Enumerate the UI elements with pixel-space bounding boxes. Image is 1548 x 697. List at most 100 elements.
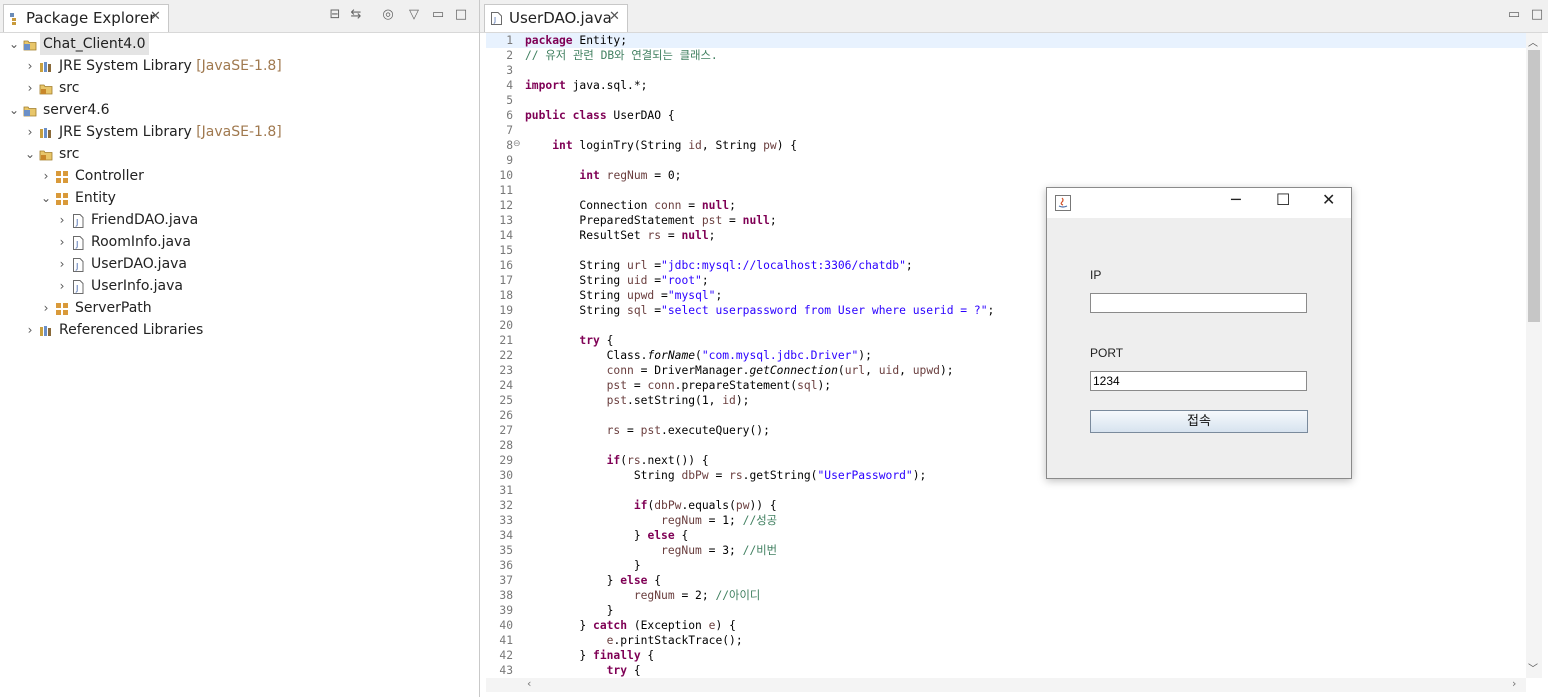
minimize-icon[interactable]: ▭ xyxy=(430,7,446,23)
tab-label: UserDAO.java xyxy=(509,9,612,27)
collapse-all-icon[interactable]: ⊟ xyxy=(327,7,343,23)
line-number: 34 xyxy=(499,529,513,542)
code-line: 35 regNum = 3; //비번 xyxy=(486,543,1526,558)
tree-item-decoration: [JavaSE-1.8] xyxy=(191,58,282,74)
chevron-right-icon[interactable]: › xyxy=(24,77,36,99)
chevron-down-icon[interactable]: ⌄ xyxy=(24,143,36,165)
minimize-icon[interactable]: ▭ xyxy=(1506,7,1522,23)
chevron-right-icon[interactable]: › xyxy=(56,231,68,253)
code-line: 6 public class UserDAO { xyxy=(486,108,1526,123)
tree-item[interactable]: › src xyxy=(0,77,470,99)
code-line: 43 try { xyxy=(486,663,1526,678)
minimize-icon[interactable]: ─ xyxy=(1231,190,1241,209)
line-number: 15 xyxy=(499,244,513,257)
code-text: conn = DriverManager.getConnection(url, … xyxy=(606,364,954,377)
code-text: } else { xyxy=(525,529,689,542)
code-line: 11 xyxy=(486,183,1526,198)
tree-item[interactable]: › J RoomInfo.java xyxy=(0,231,470,253)
code-line: 13 PreparedStatement pst = null; xyxy=(486,213,1526,228)
chevron-right-icon[interactable]: › xyxy=(56,253,68,275)
dialog-title-bar: ─ ☐ ✕ xyxy=(1047,188,1351,218)
svg-text:J: J xyxy=(75,240,78,249)
line-number: 27 xyxy=(499,424,513,437)
chevron-down-icon[interactable]: ⌄ xyxy=(8,33,20,55)
close-icon[interactable]: ✕ xyxy=(150,9,161,24)
library-icon xyxy=(39,323,53,337)
line-number: 8 xyxy=(506,139,513,152)
tree-item[interactable]: › J FriendDAO.java xyxy=(0,209,470,231)
scroll-right-icon[interactable]: › xyxy=(1512,677,1516,690)
chevron-down-icon[interactable]: ⌄ xyxy=(8,99,20,121)
line-number: 30 xyxy=(499,469,513,482)
chevron-right-icon[interactable]: › xyxy=(24,121,36,143)
chevron-right-icon[interactable]: › xyxy=(40,297,52,319)
code-editor[interactable]: 1 package Entity; 2 // 유저 관련 DB와 연결되는 클래스. 3… xyxy=(486,33,1526,678)
chevron-right-icon[interactable]: › xyxy=(56,275,68,297)
code-text: public class UserDAO { xyxy=(525,109,675,122)
tree-item[interactable]: › Referenced Libraries xyxy=(0,319,470,341)
library-icon xyxy=(39,59,53,73)
code-line: 19 String sql ="select userpassword from… xyxy=(486,303,1526,318)
tree-item[interactable]: › Controller xyxy=(0,165,470,187)
scroll-up-icon[interactable]: ︿ xyxy=(1528,34,1538,49)
tab-package-explorer[interactable]: Package Explorer ✕ xyxy=(3,4,169,32)
code-line: 28 xyxy=(486,438,1526,453)
tab-userdao-java[interactable]: J UserDAO.java ✕ xyxy=(484,4,628,32)
line-number: 37 xyxy=(499,574,513,587)
tree-item[interactable]: › J UserDAO.java xyxy=(0,253,470,275)
tree-item[interactable]: › J UserInfo.java xyxy=(0,275,470,297)
tree-item[interactable]: › JRE System Library [JavaSE-1.8] xyxy=(0,55,470,77)
package-icon xyxy=(55,191,69,205)
line-number: 16 xyxy=(499,259,513,272)
project-icon xyxy=(23,103,37,117)
line-number: 14 xyxy=(499,229,513,242)
maximize-icon[interactable]: ☐ xyxy=(1276,190,1290,209)
line-number: 42 xyxy=(499,649,513,662)
chevron-right-icon[interactable]: › xyxy=(24,319,36,341)
maximize-icon[interactable]: □ xyxy=(453,7,469,23)
chevron-right-icon[interactable]: › xyxy=(40,165,52,187)
tree-item[interactable]: ⌄ Chat_Client4.0 xyxy=(0,33,470,55)
vertical-scrollbar-thumb[interactable] xyxy=(1528,50,1540,322)
ip-input[interactable] xyxy=(1090,293,1307,313)
java-file-icon: J xyxy=(71,235,85,250)
close-icon[interactable]: ✕ xyxy=(609,9,620,24)
maximize-icon[interactable]: □ xyxy=(1529,7,1545,23)
tree-item-label: Referenced Libraries xyxy=(59,322,204,338)
code-line: 23 conn = DriverManager.getConnection(ur… xyxy=(486,363,1526,378)
tree-item-label: ServerPath xyxy=(75,300,152,316)
line-number: 3 xyxy=(506,64,513,77)
link-with-editor-icon[interactable]: ⇆ xyxy=(348,7,364,23)
tree-item-label: JRE System Library [JavaSE-1.8] xyxy=(59,58,282,74)
close-icon[interactable]: ✕ xyxy=(1322,190,1335,209)
line-number: 10 xyxy=(499,169,513,182)
view-menu-icon[interactable]: ▽ xyxy=(406,7,422,23)
tree-item[interactable]: › JRE System Library [JavaSE-1.8] xyxy=(0,121,470,143)
line-number: 32 xyxy=(499,499,513,512)
java-file-icon: J xyxy=(71,257,85,272)
code-line: 20 xyxy=(486,318,1526,333)
tree-item[interactable]: ⌄ server4.6 xyxy=(0,99,470,121)
line-number: 33 xyxy=(499,514,513,527)
port-input[interactable] xyxy=(1090,371,1307,391)
line-number: 29 xyxy=(499,454,513,467)
line-number: 23 xyxy=(499,364,513,377)
scroll-down-icon[interactable]: ﹀ xyxy=(1528,660,1538,675)
code-line: 38 regNum = 2; //아이디 xyxy=(486,588,1526,603)
chevron-down-icon[interactable]: ⌄ xyxy=(40,187,52,209)
tree-item[interactable]: ⌄ Entity xyxy=(0,187,470,209)
tree-item-label: FriendDAO.java xyxy=(91,212,199,228)
focus-icon[interactable]: ◎ xyxy=(380,7,396,23)
tree-item[interactable]: ⌄ src xyxy=(0,143,470,165)
code-line: 21 try { xyxy=(486,333,1526,348)
tree-item-label: src xyxy=(59,146,80,162)
code-text: rs = pst.executeQuery(); xyxy=(606,424,770,437)
svg-text:J: J xyxy=(75,284,78,293)
connect-button[interactable]: 접속 xyxy=(1090,410,1308,433)
line-number: 9 xyxy=(506,154,513,167)
chevron-right-icon[interactable]: › xyxy=(56,209,68,231)
chevron-right-icon[interactable]: › xyxy=(24,55,36,77)
scroll-left-icon[interactable]: ‹ xyxy=(527,677,531,690)
tree-item[interactable]: › ServerPath xyxy=(0,297,470,319)
horizontal-scrollbar[interactable] xyxy=(486,678,1526,692)
